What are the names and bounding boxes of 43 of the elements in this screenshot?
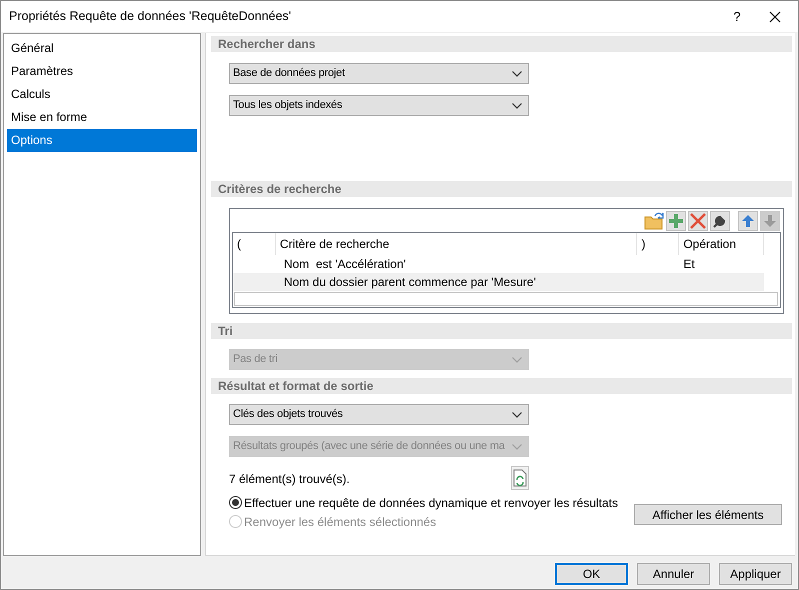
sidebar-item[interactable]: Options [7, 129, 197, 152]
help-button[interactable]: ? [722, 6, 752, 26]
column-header: Critère de recherche [276, 233, 638, 255]
section-header: Critères de recherche [211, 181, 792, 197]
section-header: Résultat et format de sortie [211, 378, 792, 394]
dropdown[interactable]: Base de données projet [229, 63, 529, 84]
dialog-button[interactable]: OK [555, 562, 628, 584]
add-icon[interactable] [667, 212, 685, 230]
table-row[interactable]: Nom du dossier parent commence par 'Mesure' [233, 273, 764, 291]
chevron-icon [512, 356, 522, 362]
dropdown[interactable]: Clés des objets trouvés [229, 404, 529, 425]
new-row-field[interactable] [234, 292, 778, 306]
chevron-icon [512, 444, 522, 450]
radio-label: Effectuer une requête de données dynamique et renvoyer les résultats [244, 494, 618, 512]
column-header: ) [637, 233, 680, 255]
chevron-icon [512, 412, 522, 418]
column-header: ( [233, 233, 276, 255]
sidebar-item[interactable]: Paramètres [7, 60, 197, 83]
sidebar-item[interactable]: Mise en forme [7, 106, 197, 129]
sidebar-item[interactable]: Général [7, 37, 197, 60]
refresh-document-icon [513, 469, 527, 487]
result-count: 7 élément(s) trouvé(s). [229, 471, 350, 488]
dropdown[interactable]: Tous les objets indexés [229, 95, 529, 116]
chevron-icon [512, 102, 522, 108]
radio-label: Renvoyer les éléments sélectionnés [244, 514, 436, 530]
dialog-button[interactable]: Annuler [637, 562, 710, 584]
show-items-button[interactable]: Afficher les éléments [634, 504, 782, 525]
table-cell: Et [683, 257, 695, 271]
chevron-icon [512, 70, 522, 76]
refresh-button[interactable] [511, 466, 529, 490]
dialog-button[interactable]: Appliquer [719, 562, 792, 584]
close-icon[interactable] [769, 10, 781, 22]
folder-icon[interactable] [644, 210, 664, 230]
arrow-up-icon[interactable] [740, 212, 756, 228]
window-title: Propriétés Requête de données 'RequêteDonnées' [8, 8, 292, 26]
table-cell: Nom est 'Accélération' [284, 257, 406, 271]
table-row[interactable]: Nom est 'Accélération' Et [233, 255, 764, 273]
section-header: Tri [211, 323, 792, 339]
sidebar-item[interactable]: Calculs [7, 83, 197, 106]
section-header: Rechercher dans [211, 36, 792, 52]
column-header: Opération [679, 233, 764, 255]
table-cell: Nom du dossier parent commence par 'Mesure' [284, 275, 536, 289]
radio-button[interactable] [229, 496, 242, 509]
